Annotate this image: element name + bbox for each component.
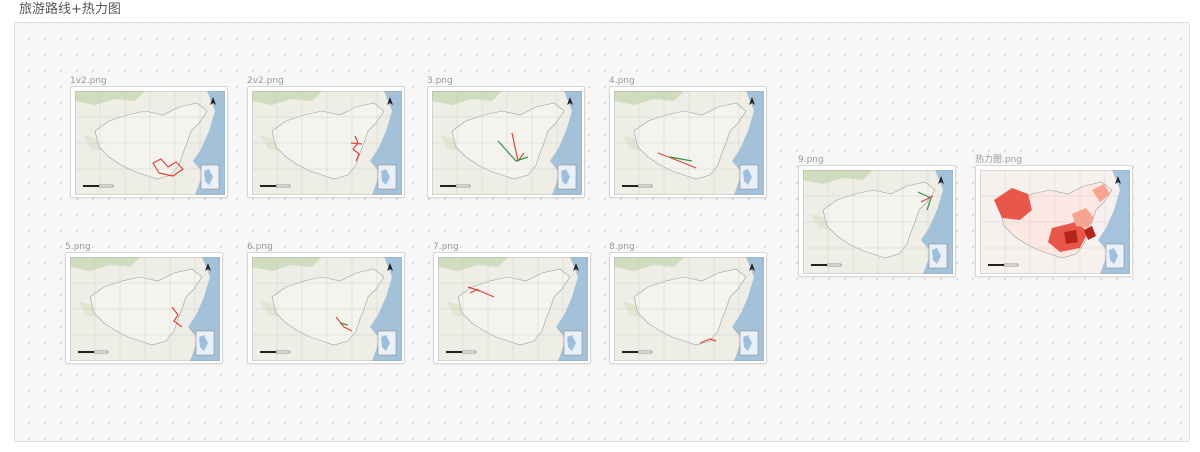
image-card-label: 5.png: [65, 242, 91, 252]
map-image[interactable]: [65, 252, 223, 364]
map-image[interactable]: [609, 252, 767, 364]
map-image[interactable]: [247, 252, 405, 364]
image-card-label: 热力图.png: [975, 155, 1022, 165]
map-image[interactable]: [609, 86, 767, 198]
image-card-label: 9.png: [798, 155, 824, 165]
heatmap-image[interactable]: [975, 165, 1133, 277]
image-card-label: 1v2.png: [70, 76, 107, 86]
image-card-label: 3.png: [427, 76, 453, 86]
map-image[interactable]: [427, 86, 585, 198]
image-card-label: 7.png: [433, 242, 459, 252]
map-image[interactable]: [70, 86, 228, 198]
board-title: 旅游路线+热力图: [19, 2, 121, 17]
map-image[interactable]: [247, 86, 405, 198]
whiteboard-canvas[interactable]: 1v2.png 2v2.png 3.png 4.png 9.png 热力图.pn…: [14, 22, 1190, 442]
map-image[interactable]: [433, 252, 591, 364]
map-image[interactable]: [798, 165, 956, 277]
image-card-label: 2v2.png: [247, 76, 284, 86]
image-card-label: 4.png: [609, 76, 635, 86]
image-card-label: 6.png: [247, 242, 273, 252]
image-card-label: 8.png: [609, 242, 635, 252]
